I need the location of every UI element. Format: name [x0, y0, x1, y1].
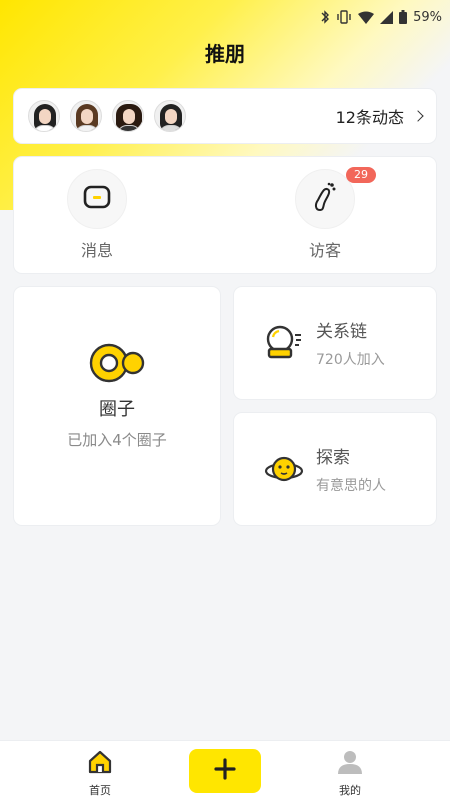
explore-card[interactable]: 探索 有意思的人	[234, 413, 436, 525]
add-button[interactable]	[189, 749, 261, 793]
chevron-right-icon	[412, 110, 424, 122]
tab-home-label: 首页	[89, 784, 111, 797]
home-icon	[87, 750, 113, 778]
messages-label: 消息	[80, 241, 113, 260]
explore-subtitle: 有意思的人	[316, 478, 386, 494]
circle-group-icon	[87, 339, 147, 387]
bottom-tab-bar: 首页 我的	[0, 740, 450, 800]
tab-home[interactable]: 首页	[70, 749, 130, 798]
feed-summary-card[interactable]: 12条动态	[14, 89, 436, 143]
relations-title: 关系链	[316, 322, 367, 342]
tab-mine-label: 我的	[339, 784, 361, 797]
page-title: 推朋	[205, 42, 245, 66]
footprint-icon	[312, 182, 338, 216]
crystal-ball-icon	[264, 323, 304, 363]
planet-face-icon	[264, 449, 304, 489]
explore-title: 探索	[316, 448, 350, 468]
battery-icon	[399, 10, 408, 24]
battery-percent: 59%	[413, 9, 442, 25]
quick-actions-card: 消息 访客 29	[14, 157, 436, 273]
visitor-count-badge: 29	[346, 167, 376, 183]
feed-count: 12条动态	[335, 108, 404, 127]
circles-card[interactable]: 圈子 已加入4个圈子	[14, 287, 220, 525]
wifi-icon	[358, 11, 375, 24]
messages-button[interactable]: 消息	[42, 169, 152, 261]
signal-icon	[380, 10, 394, 24]
relations-card[interactable]: 关系链 720人加入	[234, 287, 436, 399]
plus-icon	[214, 758, 236, 784]
bluetooth-icon	[320, 10, 330, 24]
avatar[interactable]	[70, 100, 102, 132]
visitors-label: 访客	[308, 241, 341, 260]
avatar-list	[28, 100, 186, 132]
message-icon	[83, 185, 111, 213]
avatar[interactable]	[112, 100, 144, 132]
tab-mine[interactable]: 我的	[320, 749, 380, 798]
relations-subtitle: 720人加入	[316, 352, 385, 368]
status-bar: 59%	[0, 0, 450, 34]
user-icon	[337, 751, 363, 778]
circles-title: 圈子	[99, 399, 135, 420]
avatar[interactable]	[154, 100, 186, 132]
circles-subtitle: 已加入4个圈子	[67, 431, 167, 449]
avatar[interactable]	[28, 100, 60, 132]
vibrate-icon	[336, 10, 352, 24]
